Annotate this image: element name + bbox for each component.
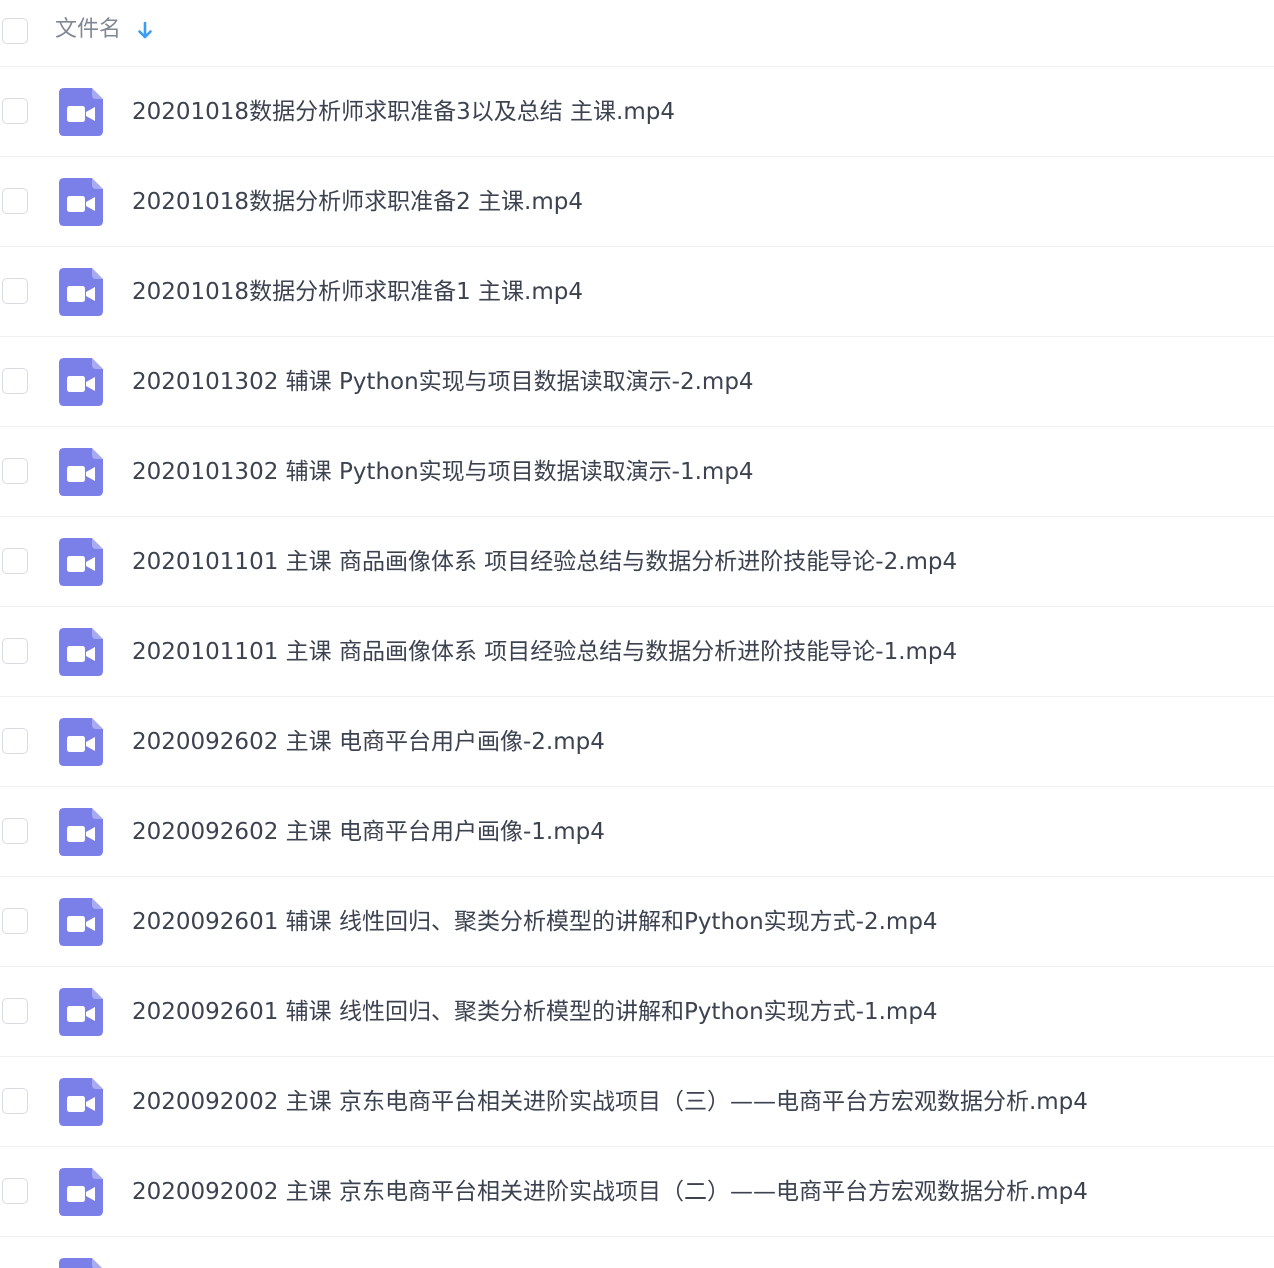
row-checkbox[interactable] <box>2 998 28 1024</box>
file-row[interactable]: 2020101101 主课 商品画像体系 项目经验总结与数据分析进阶技能导论-1… <box>0 607 1274 697</box>
file-name[interactable]: 2020092602 主课 电商平台用户画像-2.mp4 <box>132 724 605 760</box>
video-file-icon[interactable] <box>59 1258 103 1268</box>
video-file-icon[interactable] <box>59 628 103 676</box>
row-checkbox[interactable] <box>2 818 28 844</box>
video-file-icon[interactable] <box>59 1078 103 1126</box>
file-name[interactable]: 2020101101 主课 商品画像体系 项目经验总结与数据分析进阶技能导论-2… <box>132 544 957 580</box>
video-file-icon[interactable] <box>59 808 103 856</box>
arrow-down-icon[interactable] <box>136 20 154 42</box>
video-file-icon[interactable] <box>59 898 103 946</box>
row-checkbox[interactable] <box>2 458 28 484</box>
row-checkbox[interactable] <box>2 1178 28 1204</box>
file-name[interactable]: 20201018数据分析师求职准备1 主课.mp4 <box>132 274 583 310</box>
video-file-icon[interactable] <box>59 1168 103 1216</box>
video-file-icon[interactable] <box>59 448 103 496</box>
file-row[interactable]: 20201018数据分析师求职准备2 主课.mp4 <box>0 157 1274 247</box>
file-row[interactable]: 2020101302 辅课 Python实现与项目数据读取演示-2.mp4 <box>0 337 1274 427</box>
video-file-icon[interactable] <box>59 178 103 226</box>
select-all-checkbox[interactable] <box>2 18 28 44</box>
video-file-icon[interactable] <box>59 988 103 1036</box>
row-checkbox[interactable] <box>2 548 28 574</box>
video-file-icon[interactable] <box>59 538 103 586</box>
file-row[interactable]: 2020092601 辅课 线性回归、聚类分析模型的讲解和Python实现方式-… <box>0 967 1274 1057</box>
file-row[interactable]: 2020092602 主课 电商平台用户画像-2.mp4 <box>0 697 1274 787</box>
file-name[interactable]: 2020092002 主课 京东电商平台相关进阶实战项目（二）——电商平台方宏观… <box>132 1174 1088 1210</box>
row-checkbox[interactable] <box>2 368 28 394</box>
video-file-icon[interactable] <box>59 718 103 766</box>
row-checkbox[interactable] <box>2 728 28 754</box>
row-checkbox[interactable] <box>2 188 28 214</box>
video-file-icon[interactable] <box>59 358 103 406</box>
file-row[interactable]: 2020092002 主课 京东电商平台相关进阶实战项目（三）——电商平台方宏观… <box>0 1057 1274 1147</box>
list-header: 文件名 <box>0 0 1274 67</box>
row-checkbox[interactable] <box>2 98 28 124</box>
file-row[interactable]: 2020092602 主课 电商平台用户画像-1.mp4 <box>0 787 1274 877</box>
file-row[interactable]: 2020092601 辅课 线性回归、聚类分析模型的讲解和Python实现方式-… <box>0 877 1274 967</box>
video-file-icon[interactable] <box>59 88 103 136</box>
file-list: 文件名 20201018数据分析师求职准备3以及总结 主课.mp4 2020101… <box>0 0 1274 1268</box>
file-row[interactable]: 2020092002 主课 京东电商平台相关进阶实战项目（二）——电商平台方宏观… <box>0 1147 1274 1237</box>
file-row[interactable]: 20201018数据分析师求职准备3以及总结 主课.mp4 <box>0 67 1274 157</box>
file-name[interactable]: 2020101302 辅课 Python实现与项目数据读取演示-1.mp4 <box>132 454 754 490</box>
row-checkbox[interactable] <box>2 1088 28 1114</box>
file-row[interactable]: 20201018数据分析师求职准备1 主课.mp4 <box>0 247 1274 337</box>
file-rows: 20201018数据分析师求职准备3以及总结 主课.mp4 20201018数据分… <box>0 67 1274 1268</box>
file-row[interactable]: 2020101302 辅课 Python实现与项目数据读取演示-1.mp4 <box>0 427 1274 517</box>
file-name[interactable]: 2020092601 辅课 线性回归、聚类分析模型的讲解和Python实现方式-… <box>132 994 938 1030</box>
file-name[interactable]: 20201018数据分析师求职准备2 主课.mp4 <box>132 184 583 220</box>
file-name[interactable]: 2020092601 辅课 线性回归、聚类分析模型的讲解和Python实现方式-… <box>132 904 938 940</box>
row-checkbox[interactable] <box>2 638 28 664</box>
video-file-icon[interactable] <box>59 268 103 316</box>
file-name[interactable]: 2020101302 辅课 Python实现与项目数据读取演示-2.mp4 <box>132 364 754 400</box>
filename-column-header[interactable]: 文件名 <box>55 14 121 46</box>
row-checkbox[interactable] <box>2 908 28 934</box>
file-name[interactable]: 2020092602 主课 电商平台用户画像-1.mp4 <box>132 814 605 850</box>
file-name[interactable]: 20201018数据分析师求职准备3以及总结 主课.mp4 <box>132 94 675 130</box>
file-row[interactable] <box>0 1237 1274 1268</box>
file-row[interactable]: 2020101101 主课 商品画像体系 项目经验总结与数据分析进阶技能导论-2… <box>0 517 1274 607</box>
file-name[interactable]: 2020101101 主课 商品画像体系 项目经验总结与数据分析进阶技能导论-1… <box>132 634 957 670</box>
file-name[interactable]: 2020092002 主课 京东电商平台相关进阶实战项目（三）——电商平台方宏观… <box>132 1084 1088 1120</box>
row-checkbox[interactable] <box>2 278 28 304</box>
